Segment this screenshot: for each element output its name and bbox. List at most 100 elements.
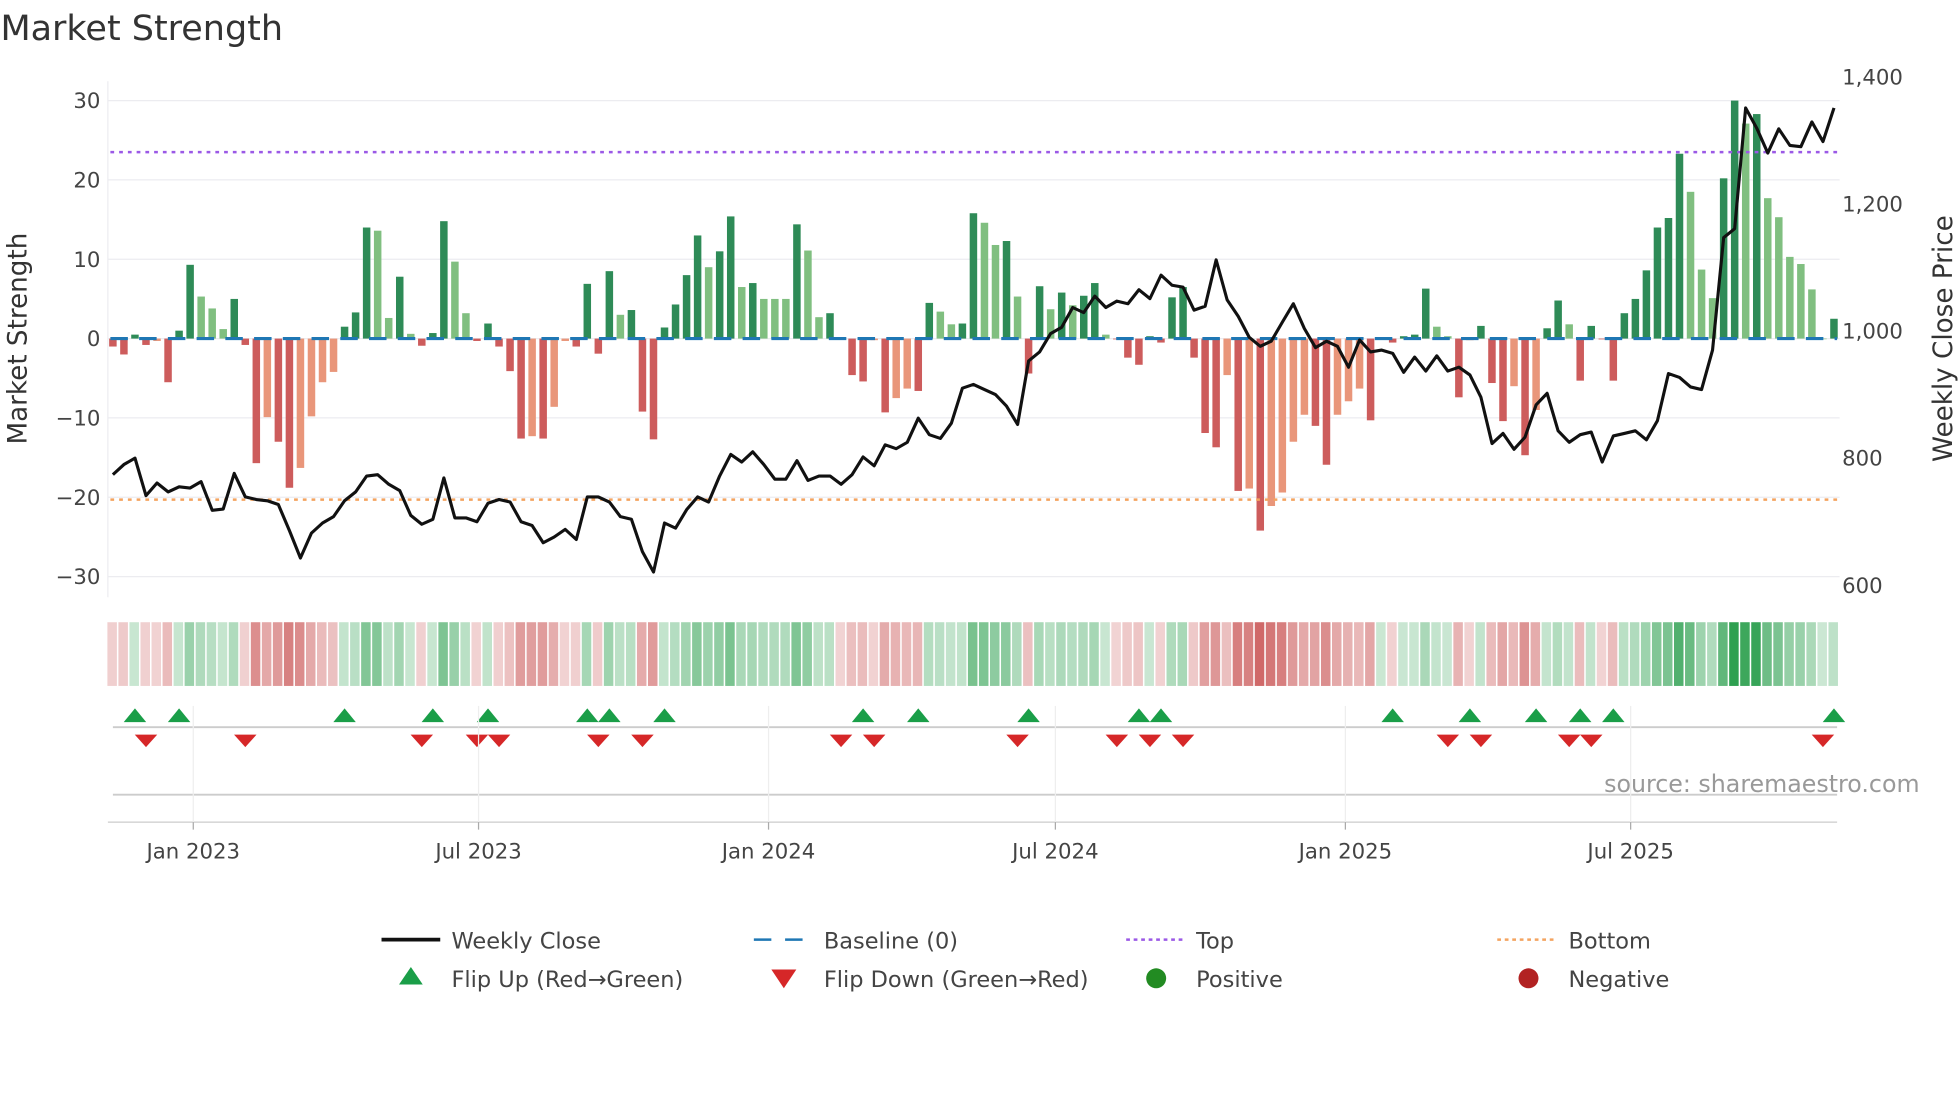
strip-cell xyxy=(1111,622,1121,686)
strength-bar xyxy=(1741,123,1750,339)
y2-tick-label: 600 xyxy=(1842,574,1883,599)
strip-cell xyxy=(482,622,492,686)
left-axis-ticks: 30 20 10 0 −10 −20 −30 xyxy=(56,89,101,590)
legend-item-dash: Baseline (0) xyxy=(753,928,958,954)
strip-cell xyxy=(405,622,415,686)
strip-cell xyxy=(1662,622,1673,686)
strength-bar xyxy=(1653,227,1662,339)
flip-up-marker xyxy=(653,708,676,723)
strength-bar xyxy=(418,338,426,346)
strength-bar xyxy=(1344,338,1353,402)
x-axis-ticks: Jan 2023 Jul 2023 Jan 2024 Jul 2024 Jan 2025… xyxy=(145,705,1674,864)
strength-bar xyxy=(1664,218,1673,339)
strip-cell xyxy=(1707,622,1717,686)
strength-bar xyxy=(947,324,956,339)
strip-cell xyxy=(813,622,823,686)
circle-icon xyxy=(1518,968,1539,989)
strip-cell xyxy=(802,622,812,686)
strip-cell xyxy=(1784,622,1794,686)
strip-cell xyxy=(1585,622,1596,686)
strength-bar xyxy=(826,313,834,339)
strength-bar xyxy=(1422,288,1430,339)
strength-bar xyxy=(1576,338,1584,381)
strip-cell xyxy=(791,622,801,686)
strip-cell xyxy=(1773,622,1783,686)
strip-cell xyxy=(1034,622,1044,686)
strength-bar xyxy=(605,271,614,339)
flip-down-marker xyxy=(1436,734,1460,748)
flip-up-marker xyxy=(476,708,500,723)
strip-cell xyxy=(592,622,603,686)
strip-cell xyxy=(1640,622,1651,686)
strength-bar xyxy=(1300,338,1309,415)
flip-down-marker xyxy=(587,734,610,748)
flip-markers xyxy=(107,708,1846,823)
strength-bar xyxy=(583,283,592,339)
strength-bar xyxy=(1609,338,1618,381)
flip-up-marker xyxy=(576,708,599,723)
flip-up-marker xyxy=(1822,708,1846,723)
strength-bar xyxy=(296,338,305,468)
strip-cell xyxy=(736,622,746,686)
strength-bar xyxy=(473,338,481,341)
strength-bar xyxy=(936,311,945,339)
strip-cell xyxy=(714,622,724,686)
strip-cell xyxy=(857,622,868,686)
strength-bar xyxy=(969,213,978,339)
strength-bar xyxy=(186,264,194,339)
legend-label: Positive xyxy=(1196,967,1283,993)
strength-bar xyxy=(1697,269,1706,339)
strip-cell xyxy=(107,622,117,686)
strength-bar xyxy=(881,338,889,413)
strength-bar xyxy=(848,338,856,376)
strip-cell xyxy=(239,622,250,686)
strength-bar xyxy=(1510,338,1518,387)
flip-up-marker xyxy=(1381,708,1404,723)
strength-bar xyxy=(1267,338,1276,507)
strength-bar xyxy=(528,338,536,437)
strip-cell xyxy=(1618,622,1629,686)
flip-up-marker xyxy=(123,708,147,723)
legend-item-tri-up: Flip Up (Red→Green) xyxy=(399,967,683,993)
strength-bar xyxy=(737,287,746,339)
strip-cell xyxy=(493,622,504,686)
strength-bar xyxy=(395,276,404,339)
market-strength-chart: Market Strength 3020100−10−20−30 1,4001,… xyxy=(0,9,1959,993)
strength-bar xyxy=(1775,217,1783,339)
flip-down-marker xyxy=(234,734,257,748)
x-tick-label: Jan 2023 xyxy=(145,839,241,864)
strip-cell xyxy=(1045,622,1055,686)
strip-cell xyxy=(206,622,217,686)
strip-cell xyxy=(1795,622,1805,686)
strength-bar xyxy=(704,267,713,339)
strength-bar xyxy=(318,338,327,383)
strength-bar xyxy=(1223,338,1231,376)
strip-cell xyxy=(1563,622,1574,686)
strip-cell xyxy=(1464,622,1474,686)
strength-bar xyxy=(815,317,823,339)
strip-cell xyxy=(1133,622,1143,686)
strength-bar xyxy=(1554,300,1562,339)
x-tick-label: Jul 2024 xyxy=(1010,839,1098,864)
strip-cell xyxy=(703,622,713,686)
strength-bar xyxy=(793,224,801,339)
strip-cell xyxy=(195,622,206,686)
strip-cell xyxy=(1232,622,1243,686)
strength-bar xyxy=(1080,295,1088,339)
strip-cell xyxy=(1596,622,1607,686)
strip-cell xyxy=(1740,622,1750,686)
strength-bar xyxy=(958,323,967,339)
flip-down-marker xyxy=(1811,734,1835,748)
strength-bar xyxy=(131,334,139,339)
strength-bar xyxy=(1168,297,1176,339)
strip-cell xyxy=(1354,622,1364,686)
right-axis-ticks: 1,400 1,200 1,000 800 600 xyxy=(1842,65,1903,599)
strength-bar xyxy=(980,222,989,339)
strip-cell xyxy=(1188,622,1199,686)
source-label: source: sharemaestro.com xyxy=(1604,770,1919,798)
strip-cell xyxy=(901,622,912,686)
strip-cell xyxy=(1089,622,1099,686)
y-tick-label: 20 xyxy=(73,168,100,193)
strip-cell xyxy=(1365,622,1375,686)
strength-bar xyxy=(230,298,238,339)
